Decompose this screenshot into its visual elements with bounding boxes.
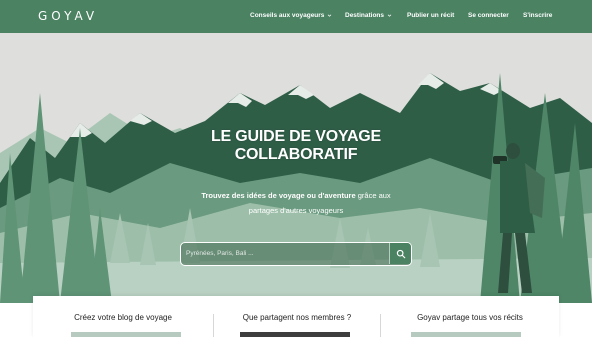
card-title: Que partagent nos membres ? [242,313,352,322]
nav-se-connecter[interactable]: Se connecter [468,12,509,19]
feature-card-blog[interactable]: Créez votre blog de voyage [33,296,213,337]
card-title: Créez votre blog de voyage [74,313,172,322]
nav-s-inscrire[interactable]: S'inscrire [523,12,552,19]
feature-cards: Créez votre blog de voyage Que partagent… [33,296,559,337]
card-image [71,332,181,337]
hero-subtitle: Trouvez des idées de voyage ou d'aventur… [0,189,592,203]
nav-conseils-aux-voyageurs[interactable]: Conseils aux voyageurs [250,12,332,19]
chevron-down-icon [328,14,332,17]
destination-search [180,242,412,266]
search-icon [396,249,405,258]
nav-label: Publier un récit [407,12,455,19]
hero-title-line-2: COLLABORATIF [234,146,358,163]
feature-card-recits[interactable]: Goyav partage tous vos récits [381,296,559,337]
nav-label: Destinations [345,12,385,19]
nav-label: S'inscrire [523,12,553,19]
hero-subtitle-bold: Trouvez des idées de voyage ou d'aventur… [201,191,356,200]
card-image [411,332,521,337]
card-title: Goyav partage tous vos récits [417,313,523,322]
search-input[interactable] [181,243,387,264]
nav-label: Conseils aux voyageurs [250,12,325,19]
hero-title-line-1: LE GUIDE DE VOYAGE [210,128,382,145]
feature-card-partages[interactable]: Que partagent nos membres ? [214,296,380,337]
card-image [240,332,350,337]
search-button[interactable] [389,243,411,264]
nav-label: Se connecter [468,12,509,19]
nav-publier-un-recit[interactable]: Publier un récit [407,12,454,19]
chevron-down-icon [387,14,392,17]
site-header: GOYAV Conseils aux voyageurs Destination… [0,0,592,33]
site-logo[interactable]: GOYAV [38,9,98,23]
nav-destinations[interactable]: Destinations [345,12,392,19]
hero-subtitle-rest: grâce aux [355,191,391,200]
hero-subtitle-line-2: partages d'autres voyageurs [248,206,344,215]
